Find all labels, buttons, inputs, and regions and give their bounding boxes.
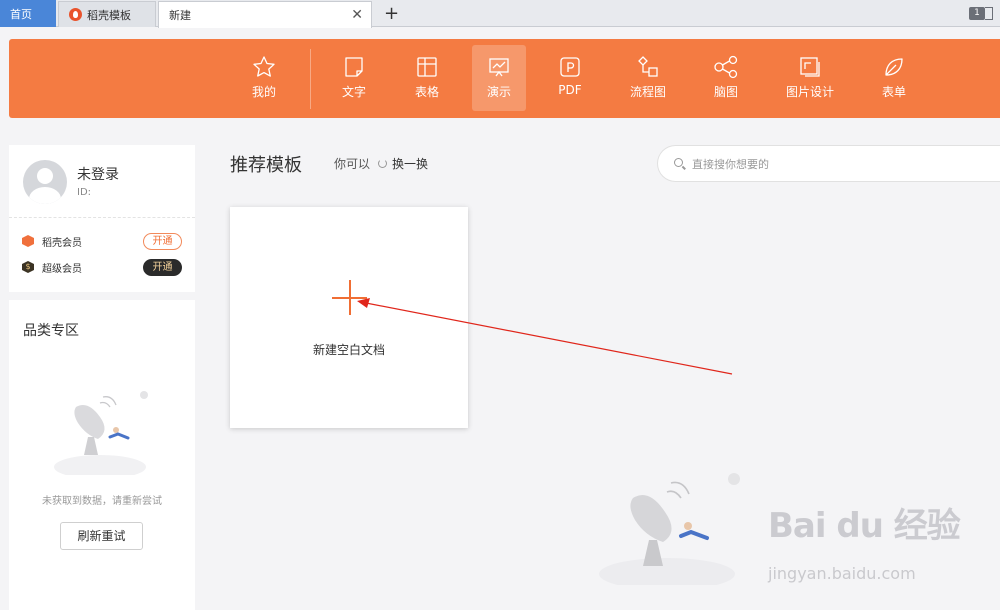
tab-new[interactable]: 新建 ✕: [158, 1, 372, 28]
username[interactable]: 未登录: [77, 164, 119, 184]
user-card: 未登录 ID: 稻壳会员 开通 $ 超级会员 开通: [9, 145, 195, 292]
app-category-toolbar: 我的 文字 表格 演示 PDF 流程图 脑图 图片设计 表单: [9, 39, 1000, 118]
search-input[interactable]: [692, 155, 982, 173]
tool-pdf-label: PDF: [558, 83, 582, 97]
membership-docer: 稻壳会员 开通: [22, 231, 182, 251]
mindmap-icon: [714, 55, 738, 79]
membership-super-label: 超级会员: [42, 263, 82, 275]
tool-form[interactable]: 表单: [867, 45, 921, 111]
tool-presentation-label: 演示: [486, 85, 511, 99]
toolbar-divider: [310, 49, 311, 109]
refresh-icon: [378, 159, 387, 168]
docer-member-icon: [22, 235, 34, 247]
tool-flowchart-label: 流程图: [629, 85, 666, 99]
tab-template[interactable]: 稻壳模板: [58, 1, 156, 27]
add-tab-icon[interactable]: +: [384, 3, 399, 24]
tab-home-label: 首页: [10, 7, 32, 21]
user-id: ID:: [77, 187, 92, 198]
open-docer-button[interactable]: 开通: [143, 232, 182, 250]
watermark-logo: Bai du 经验: [768, 506, 961, 546]
presentation-icon: [489, 58, 509, 77]
tool-flowchart[interactable]: 流程图: [621, 45, 675, 111]
tool-presentation[interactable]: 演示: [472, 45, 526, 111]
tab-new-label: 新建: [169, 9, 191, 22]
empty-state-text: 未获取到数据，请重新尝试: [42, 496, 162, 507]
tool-mindmap-label: 脑图: [713, 85, 738, 99]
tool-spreadsheet[interactable]: 表格: [400, 45, 454, 111]
super-member-icon: $: [22, 261, 34, 273]
tab-bar: 首页 稻壳模板 新建 ✕ + 1: [0, 0, 1000, 28]
tool-writer-label: 文字: [341, 85, 366, 99]
satellite-dish-illustration-large: [599, 473, 740, 585]
tab-home[interactable]: 首页: [0, 0, 56, 27]
window-stack-icon: [985, 7, 993, 20]
tool-pdf[interactable]: PDF: [543, 45, 597, 111]
search-box[interactable]: [657, 145, 1000, 182]
new-blank-document-label: 新建空白文档: [312, 343, 385, 357]
tool-mine-label: 我的: [251, 85, 276, 99]
tool-form-label: 表单: [881, 85, 906, 99]
tool-spreadsheet-label: 表格: [414, 85, 439, 99]
document-icon: [345, 57, 363, 77]
divider: [9, 217, 195, 218]
watermark-url: jingyan.baidu.com: [768, 564, 916, 583]
tool-image-design[interactable]: 图片设计: [777, 45, 843, 111]
form-leaf-icon: [885, 58, 903, 76]
table-icon: [417, 57, 437, 77]
section-title: 推荐模板: [230, 155, 302, 176]
close-icon[interactable]: ✕: [351, 7, 363, 23]
section-hint: 你可以: [334, 157, 371, 171]
docer-flame-icon: [69, 8, 82, 21]
search-icon: [674, 158, 683, 167]
refresh-label: 换一换: [392, 157, 429, 171]
membership-super: $ 超级会员 开通: [22, 257, 182, 277]
star-icon: [253, 56, 275, 77]
membership-docer-label: 稻壳会员: [42, 237, 82, 249]
retry-button[interactable]: 刷新重试: [60, 522, 143, 550]
tool-image-design-label: 图片设计: [785, 85, 834, 99]
plus-icon-vertical: [349, 280, 351, 315]
open-super-button[interactable]: 开通: [143, 258, 182, 276]
tool-mindmap[interactable]: 脑图: [699, 45, 753, 111]
tab-template-label: 稻壳模板: [87, 8, 131, 22]
category-title: 品类专区: [23, 323, 79, 339]
new-blank-document-card[interactable]: 新建空白文档: [230, 207, 468, 428]
window-count-badge[interactable]: 1: [969, 7, 985, 20]
refresh-link[interactable]: 换一换: [378, 155, 428, 172]
avatar[interactable]: [23, 160, 67, 204]
pdf-icon: [560, 57, 580, 77]
tool-mine[interactable]: 我的: [237, 45, 291, 111]
tool-writer[interactable]: 文字: [327, 45, 381, 111]
flowchart-icon: [638, 56, 658, 77]
image-design-icon: [800, 57, 820, 77]
satellite-dish-illustration: [54, 391, 148, 475]
